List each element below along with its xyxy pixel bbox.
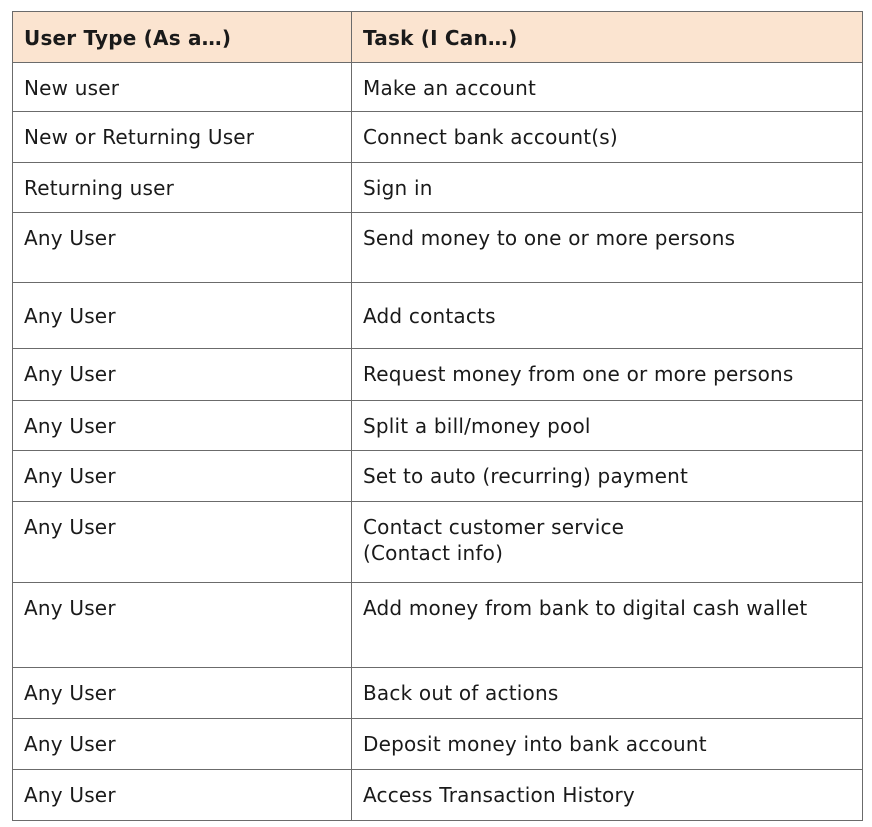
cell-task: Split a bill/money pool [351,400,863,451]
table-header-row: User Type (As a…) Task (I Can…) [12,11,863,63]
table-row: Any User Send money to one or more perso… [12,212,863,283]
table-row: Any User Deposit money into bank account [12,718,863,770]
cell-user-type: Any User [12,501,352,583]
cell-task-text: Contact customer service (Contact info) [363,515,625,565]
cell-task: Add contacts [351,282,863,349]
cell-task: Connect bank account(s) [351,111,863,163]
cell-task: Send money to one or more persons [351,212,863,283]
cell-user-type: Any User [12,450,352,502]
cell-user-type: Any User [12,400,352,451]
cell-user-type: Returning user [12,162,352,213]
table-row: Any User Request money from one or more … [12,348,863,401]
cell-task: Set to auto (recurring) payment [351,450,863,502]
cell-user-type: New user [12,62,352,112]
cell-task: Make an account [351,62,863,112]
cell-user-type: Any User [12,718,352,770]
cell-user-type: Any User [12,348,352,401]
cell-user-type: Any User [12,212,352,283]
header-task: Task (I Can…) [351,11,863,63]
cell-user-type: Any User [12,667,352,719]
cell-user-type: Any User [12,282,352,349]
table-row: Any User Access Transaction History [12,769,863,821]
cell-task: Sign in [351,162,863,213]
table-row: New or Returning User Connect bank accou… [12,111,863,163]
cell-user-type: Any User [12,769,352,821]
cell-task: Access Transaction History [351,769,863,821]
cell-task: Add money from bank to digital cash wall… [351,582,863,668]
table-row: Any User Set to auto (recurring) payment [12,450,863,502]
table-row: Any User Add contacts [12,282,863,349]
table-row: Any User Add money from bank to digital … [12,582,863,668]
user-tasks-table: User Type (As a…) Task (I Can…) New user… [12,11,863,821]
header-user-type: User Type (As a…) [12,11,352,63]
cell-task: Back out of actions [351,667,863,719]
cell-user-type: Any User [12,582,352,668]
cell-task: Contact customer service (Contact info) [351,501,863,583]
cell-task: Request money from one or more persons [351,348,863,401]
table-row: Any User Contact customer service (Conta… [12,501,863,583]
table-row: Returning user Sign in [12,162,863,213]
table-row: Any User Split a bill/money pool [12,400,863,451]
table-row: New user Make an account [12,62,863,112]
table-row: Any User Back out of actions [12,667,863,719]
cell-user-type: New or Returning User [12,111,352,163]
cell-task: Deposit money into bank account [351,718,863,770]
